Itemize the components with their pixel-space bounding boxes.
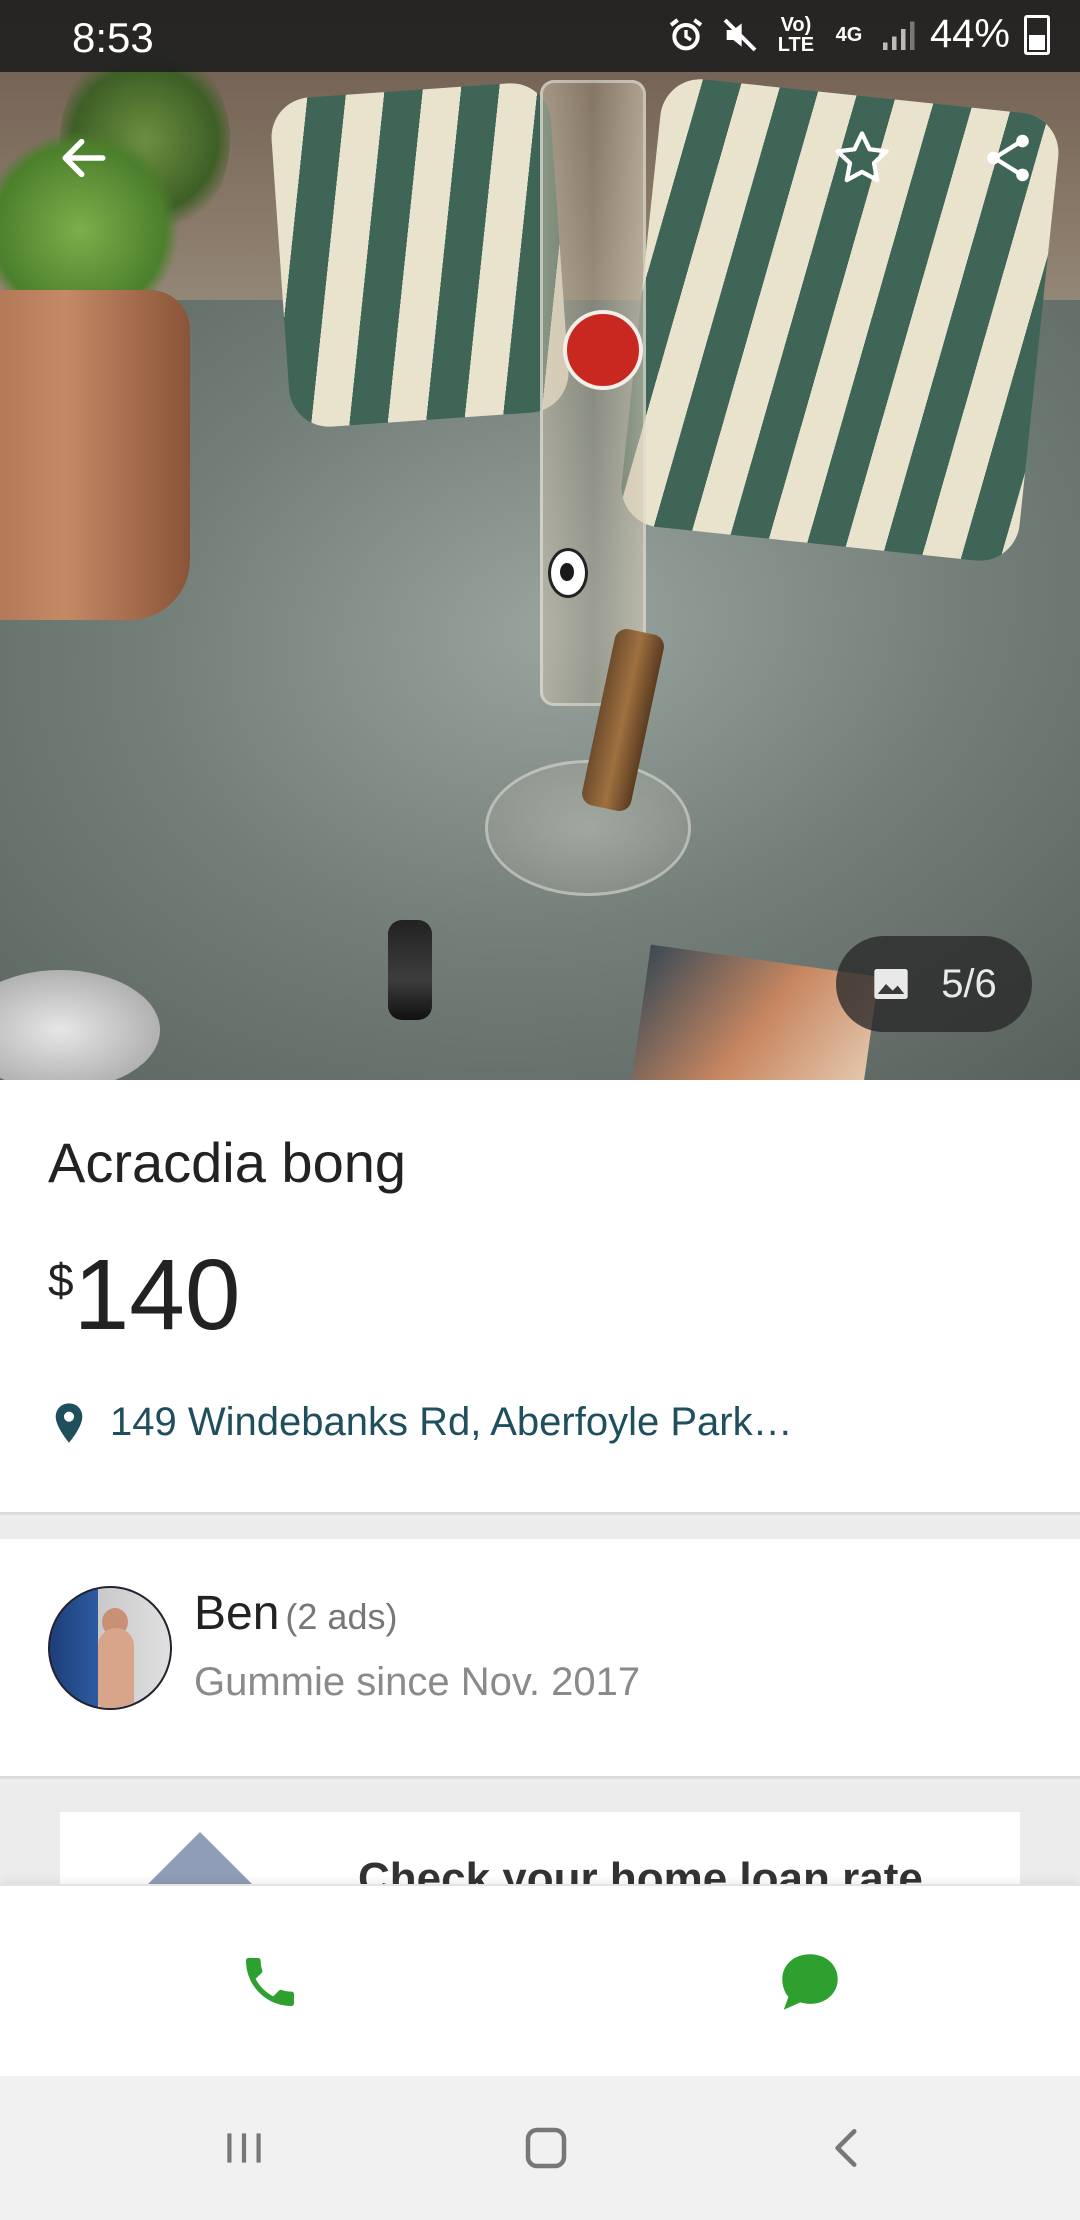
battery-percent: 44% [929,12,1010,56]
home-icon [525,2127,567,2169]
seller-ads-count: (2 ads) [285,1596,398,1637]
ad-banner[interactable]: Check your home loan rate [60,1812,1020,1884]
listing-price: $140 [48,1245,240,1345]
status-time: 8:53 [72,14,154,61]
phone-icon [246,1958,294,2006]
photo-bong-eye [548,548,588,598]
seller-card[interactable]: Ben (2 ads) Gummie since Nov. 2017 [0,1536,1080,1776]
share-button[interactable] [968,118,1048,198]
photo-pot [0,290,190,620]
avatar[interactable] [48,1586,172,1710]
price-currency: $ [48,1254,74,1306]
system-back-button[interactable] [788,2098,908,2198]
listing-title: Acracdia bong [48,1131,407,1194]
share-icon [987,134,1029,182]
photo-bong-logo [563,310,643,390]
chat-bubble-icon [782,1954,838,2010]
photo-cushion [268,80,572,430]
section-divider [0,1512,1080,1539]
photo-knob [388,920,432,1020]
photo-bong-tube [540,80,646,706]
photo-counter-text: 5/6 [941,961,997,1006]
home-button[interactable] [486,2098,606,2198]
price-amount: 140 [73,1239,241,1351]
favorite-button[interactable] [822,118,902,198]
recents-button[interactable] [184,2098,304,2198]
seller-name-line: Ben (2 ads) [194,1586,397,1641]
ad-area: Check your home loan rate [0,1779,1080,1884]
listing-location[interactable]: 149 Windebanks Rd, Aberfoyle Park… [52,1400,793,1445]
volte-indicator: Vo) LTE [777,13,815,56]
network-4g-indicator: 4G [835,23,863,46]
seller-since: Gummie since Nov. 2017 [194,1660,641,1704]
signal-icon [882,21,915,50]
recents-icon [227,2133,261,2163]
ad-logo-icon [120,1832,280,1884]
battery-icon [1024,14,1050,55]
mute-icon [723,18,757,51]
ad-banner-text: Check your home loan rate [358,1854,923,1884]
seller-name: Ben [194,1587,280,1640]
alarm-icon [669,17,703,50]
location-pin-icon [55,1402,83,1443]
star-icon [835,131,889,183]
system-nav-bar [0,2076,1080,2220]
contact-action-bar [0,1884,1080,2078]
photo-counter[interactable]: 5/6 [836,936,1032,1032]
chevron-left-icon [835,2129,857,2167]
arrow-left-icon [62,138,106,178]
chat-button[interactable] [740,1932,880,2032]
back-button[interactable] [44,118,124,198]
status-bar: 8:53 Vo) LTE 4G 44% [0,0,1080,72]
image-icon [874,969,908,999]
location-text: 149 Windebanks Rd, Aberfoyle Park… [110,1400,793,1444]
avatar-body [98,1628,134,1708]
listing-photo[interactable] [0,0,1080,1080]
status-icons: Vo) LTE 4G 44% [666,12,1050,57]
call-button[interactable] [200,1932,340,2032]
